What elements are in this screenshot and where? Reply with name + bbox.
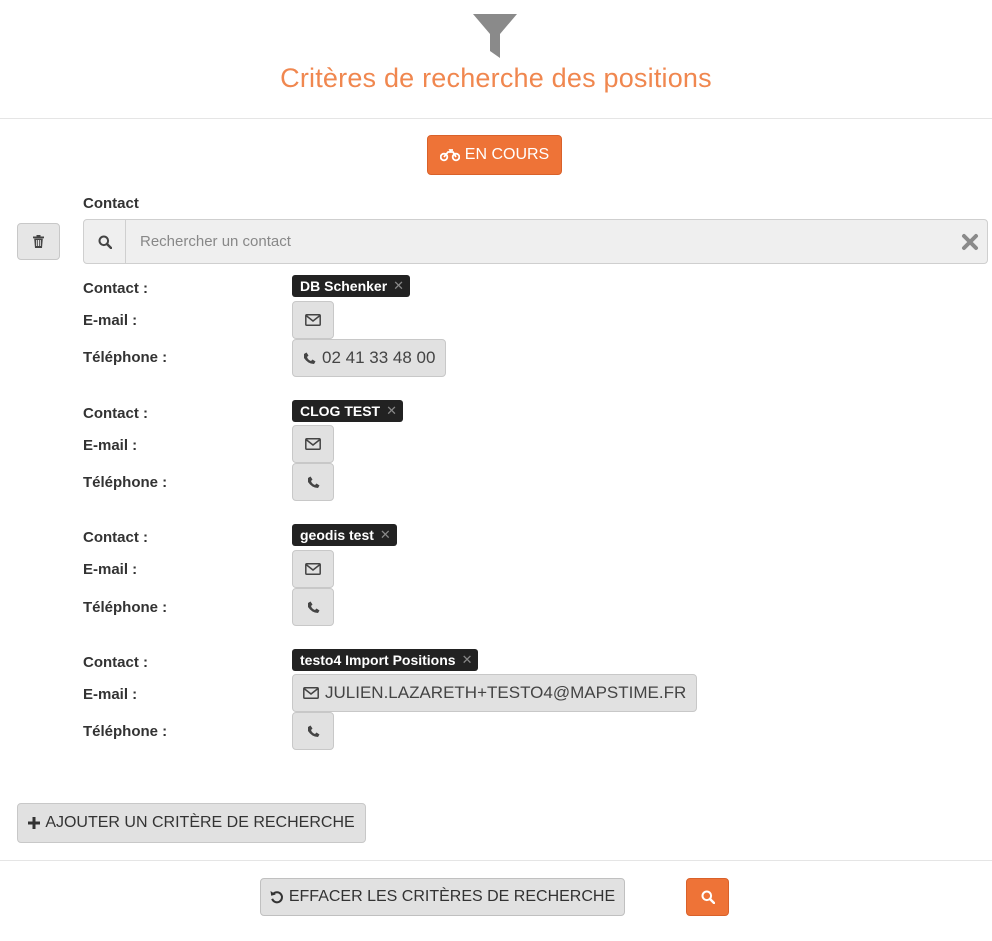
contact-name: DB Schenker [300, 278, 388, 294]
contact-label: Contact : [83, 654, 148, 671]
contact-tag: testo4 Import Positions ✕ [292, 649, 479, 671]
contact-label: Contact : [83, 280, 148, 297]
search-icon [701, 890, 715, 904]
status-en-cours-button[interactable]: EN COURS [427, 135, 562, 175]
envelope-icon [305, 314, 321, 326]
phone-label: Téléphone : [83, 349, 168, 366]
email-label: E-mail : [83, 561, 138, 578]
phone-value: 02 41 33 48 00 [322, 348, 436, 367]
clear-criteria-button[interactable]: EFFACER LES CRITÈRES DE RECHERCHE [260, 878, 625, 916]
contact-label: Contact : [83, 529, 148, 546]
contact-entry: Contact : testo4 Import Positions ✕ E-ma… [83, 649, 983, 761]
contact-name: testo4 Import Positions [300, 652, 456, 668]
contact-name: geodis test [300, 527, 374, 543]
contact-tag: DB Schenker ✕ [292, 275, 411, 297]
contact-search-input[interactable] [126, 220, 953, 263]
remove-tag-icon[interactable]: ✕ [462, 652, 473, 668]
email-value: JULIEN.LAZARETH+TESTO4@MAPSTIME.FR [325, 683, 687, 702]
phone-button[interactable] [292, 588, 334, 626]
phone-icon [304, 352, 316, 364]
clear-search-icon[interactable] [953, 220, 987, 263]
motorcycle-icon [439, 149, 460, 162]
search-icon [98, 235, 112, 249]
plus-icon [28, 817, 41, 829]
email-label: E-mail : [83, 686, 138, 703]
remove-tag-icon[interactable]: ✕ [393, 278, 404, 294]
contact-entry: Contact : geodis test ✕ E-mail : Télépho… [83, 524, 983, 636]
search-addon [84, 220, 126, 263]
envelope-icon [305, 438, 321, 450]
contact-entry: Contact : CLOG TEST ✕ E-mail : Téléphone… [83, 400, 983, 512]
remove-tag-icon[interactable]: ✕ [386, 403, 397, 419]
phone-icon [307, 476, 319, 488]
clear-criteria-label: EFFACER LES CRITÈRES DE RECHERCHE [288, 888, 616, 905]
contact-tag: CLOG TEST ✕ [292, 400, 404, 422]
contact-name: CLOG TEST [300, 403, 381, 419]
phone-button[interactable] [292, 463, 334, 501]
page-header: Critères de recherche des positions [0, 0, 992, 119]
contact-field-label: Contact [83, 195, 139, 212]
email-button[interactable] [292, 550, 334, 588]
footer-divider [0, 860, 992, 861]
contact-tag: geodis test ✕ [292, 524, 397, 546]
page-title: Critères de recherche des positions [280, 63, 712, 93]
contact-entry: Contact : DB Schenker ✕ E-mail : Télépho… [83, 275, 983, 387]
undo-icon [270, 891, 283, 904]
email-label: E-mail : [83, 312, 138, 329]
filter-icon [473, 14, 517, 58]
delete-criterion-button[interactable] [17, 223, 60, 260]
email-button[interactable] [292, 301, 334, 339]
trash-icon [33, 235, 44, 248]
phone-button[interactable]: 02 41 33 48 00 [292, 339, 447, 377]
email-label: E-mail : [83, 437, 138, 454]
add-criterion-button[interactable]: AJOUTER UN CRITÈRE DE RECHERCHE [17, 803, 366, 843]
envelope-icon [303, 687, 319, 699]
status-label: EN COURS [464, 146, 550, 163]
add-criterion-label: AJOUTER UN CRITÈRE DE RECHERCHE [45, 814, 355, 831]
phone-icon [307, 601, 319, 613]
phone-label: Téléphone : [83, 599, 168, 616]
phone-label: Téléphone : [83, 474, 168, 491]
run-search-button[interactable] [686, 878, 729, 916]
contact-label: Contact : [83, 405, 148, 422]
email-button[interactable]: JULIEN.LAZARETH+TESTO4@MAPSTIME.FR [292, 674, 698, 712]
phone-button[interactable] [292, 712, 334, 750]
phone-icon [307, 725, 319, 737]
email-button[interactable] [292, 425, 334, 463]
phone-label: Téléphone : [83, 723, 168, 740]
envelope-icon [305, 563, 321, 575]
contact-search-group [83, 219, 988, 264]
remove-tag-icon[interactable]: ✕ [380, 527, 391, 543]
